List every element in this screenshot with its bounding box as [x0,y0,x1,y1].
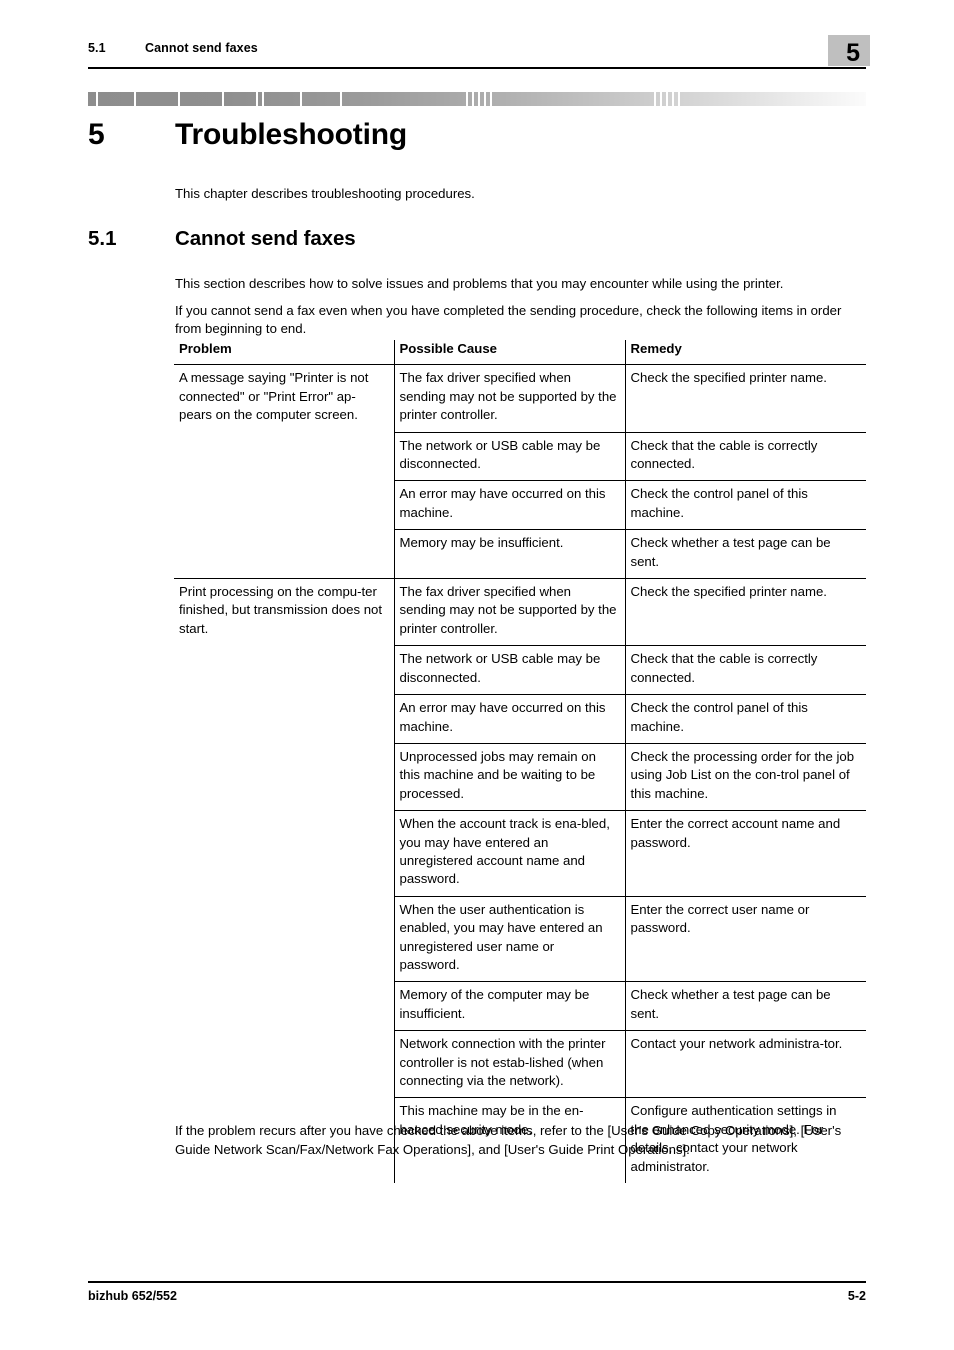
deco-tick [222,92,224,106]
column-header-problem: Problem [174,340,394,366]
column-header-remedy: Remedy [624,340,866,366]
footer-page-number: 5-2 [847,1289,866,1303]
cell-cause: Memory may be insufficient. [393,529,625,579]
column-header-possible-cause: Possible Cause [393,340,625,366]
header-section-number: 5.1 [88,41,106,55]
deco-tick [472,92,474,106]
deco-tick [490,92,492,106]
table-row: A message saying "Printer is not connect… [174,364,866,433]
cell-remedy: Check that the cable is correctly connec… [624,431,866,481]
deco-tick [660,92,662,106]
cell-cause: The network or USB cable may be disconne… [393,431,625,481]
cell-cause: Network connection with the printer cont… [393,1030,625,1098]
cell-remedy: Check the control panel of this machine. [624,694,866,744]
section-number: 5.1 [88,227,117,250]
chapter-title: 5 Troubleshooting [88,118,866,158]
cell-cause: Unprocessed jobs may remain on this mach… [393,742,625,811]
footer-product-name: bizhub 652/552 [88,1289,177,1303]
footer-rule [88,1281,866,1283]
chapter-intro-paragraph: This chapter describes troubleshooting p… [175,186,475,202]
deco-tick [666,92,668,106]
cell-remedy: Check the control panel of this machine. [624,480,866,530]
section-paragraph-2: If you cannot send a fax even when you h… [175,303,842,337]
cell-remedy: Check whether a test page can be sent. [624,529,866,579]
cell-cause: When the user authentication is enabled,… [393,895,625,982]
deco-tick [96,92,98,106]
header-section-title: Cannot send faxes [145,41,258,55]
cell-cause: An error may have occurred on this machi… [393,694,625,744]
deco-tick [300,92,302,106]
cell-cause: Memory of the computer may be insufficie… [393,981,625,1031]
cell-remedy: Check the specified printer name. [624,578,866,646]
deco-tick [256,92,258,106]
deco-tick [262,92,264,106]
cell-remedy: Enter the correct user name or password. [624,895,866,982]
header-rule [88,67,866,69]
cell-remedy: Check whether a test page can be sent. [624,981,866,1031]
cell-remedy: Check the specified printer name. [624,364,866,433]
deco-tick [478,92,480,106]
chapter-badge-number: 5 [846,39,860,67]
section-paragraph-1: This section describes how to solve issu… [175,276,784,292]
cell-remedy: Enter the correct account name and passw… [624,810,866,897]
deco-tick [672,92,674,106]
deco-tick [178,92,180,106]
page-header: 5.1 Cannot send faxes 5 [88,35,870,69]
deco-tick [134,92,136,106]
cell-remedy: Contact your network administra-tor. [624,1030,866,1098]
cell-problem: A message saying "Printer is not connect… [179,370,369,423]
section-title: Cannot send faxes [175,227,356,250]
cell-remedy: Check the processing order for the job u… [624,742,866,811]
deco-tick [466,92,468,106]
cell-problem: Print processing on the compu-ter finish… [174,578,394,1184]
cell-cause: The network or USB cable may be disconne… [393,645,625,695]
decorative-gradient-bar [88,92,866,106]
chapter-name: Troubleshooting [175,118,407,151]
cell-cause: The fax driver specified when sending ma… [393,364,625,433]
deco-tick [340,92,342,106]
cell-cause: The fax driver specified when sending ma… [393,578,625,646]
deco-tick [654,92,656,106]
chapter-number: 5 [88,118,105,151]
page-footer: bizhub 652/552 5-2 [88,1281,866,1311]
table-header-row: Problem Possible Cause Remedy [174,340,866,366]
table-row: Print processing on the compu-ter finish… [174,578,866,1184]
section-heading: 5.1 Cannot send faxes [88,227,866,257]
cell-remedy: Check that the cable is correctly connec… [624,645,866,695]
troubleshooting-table: Problem Possible Cause Remedy A message … [174,340,866,1184]
deco-tick [678,92,680,106]
closing-paragraph: If the problem recurs after you have che… [175,1123,842,1158]
deco-tick [484,92,486,106]
cell-cause: An error may have occurred on this machi… [393,480,625,530]
cell-cause: When the account track is ena-bled, you … [393,810,625,897]
